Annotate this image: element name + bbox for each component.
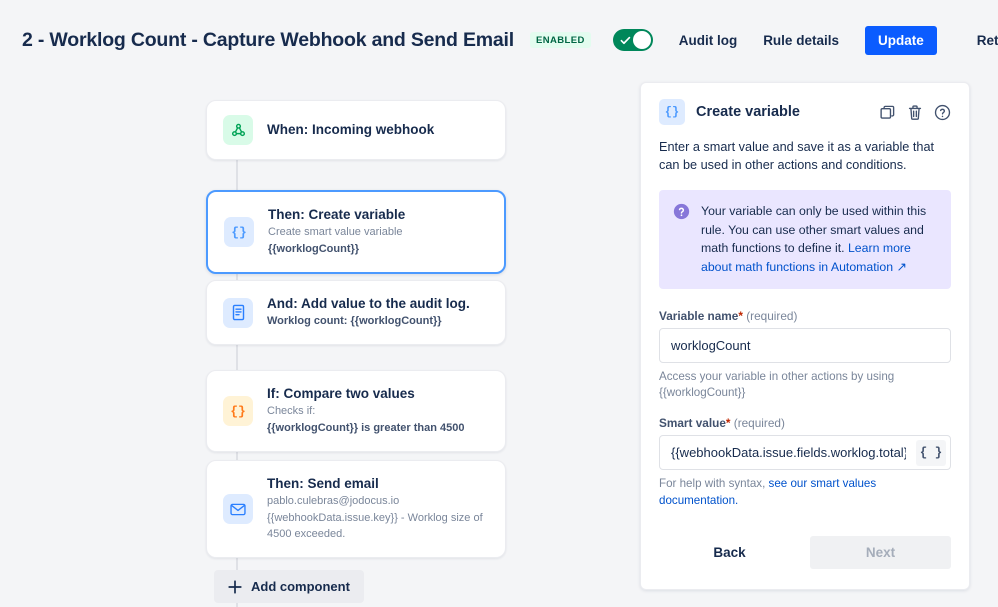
flow-card-detail: {{webhookData.issue.key}} - Worklog size… — [267, 512, 483, 541]
flow-card-title: When: Incoming webhook — [267, 121, 435, 137]
variable-name-label: Variable name* (required) — [659, 309, 951, 323]
status-badge: ENABLED — [529, 32, 591, 48]
variable-name-help: Access your variable in other actions by… — [659, 369, 895, 400]
return-to-rules-link[interactable]: Return to rules — [977, 33, 998, 48]
flow-card-subtitle: Create smart value variable — [268, 226, 403, 239]
create-variable-panel: {} Create variable Enter a smart value a… — [640, 82, 970, 590]
required-word: (required) — [733, 416, 785, 431]
flow-card-body: If: Compare two values Checks if: {{work… — [267, 385, 464, 437]
curly-braces-icon: {} — [659, 99, 685, 125]
check-icon — [620, 36, 630, 45]
insert-smart-value-button[interactable]: { } — [916, 439, 946, 466]
panel-header-actions — [879, 104, 951, 121]
flow-card-subtitle: pablo.culebras@jodocus.io — [267, 495, 400, 508]
smart-value-label-text: Smart value — [659, 416, 726, 431]
rule-enabled-toggle[interactable] — [612, 29, 653, 51]
help-icon[interactable] — [934, 104, 951, 121]
back-button[interactable]: Back — [659, 536, 800, 569]
curly-braces-icon: {} — [223, 396, 253, 427]
flow-card-body: Then: Send email pablo.culebras@jodocus.… — [267, 475, 489, 543]
smart-value-input-wrapper: { } — [659, 435, 951, 471]
flow-card-detail-text: Worklog count: {{worklogCount}} — [267, 315, 442, 328]
info-callout-text: Your variable can only be used within th… — [701, 202, 937, 277]
webhook-icon — [223, 115, 253, 145]
smart-value-help-prefix: For help with syntax, — [659, 477, 769, 491]
flow-card-title: If: Compare two values — [267, 386, 415, 401]
flow-card-subtitle: Checks if: — [267, 405, 316, 418]
flow-card-title: Then: Send email — [267, 476, 379, 491]
rule-details-link[interactable]: Rule details — [763, 33, 839, 48]
plus-icon — [228, 579, 242, 594]
flow-card-when-incoming-webhook[interactable]: When: Incoming webhook — [206, 100, 506, 160]
panel-description: Enter a smart value and save it as a var… — [659, 140, 935, 173]
panel-column: {} Create variable Enter a smart value a… — [640, 80, 998, 607]
copy-icon[interactable] — [879, 104, 896, 121]
toggle-knob — [632, 31, 651, 49]
panel-title: Create variable — [696, 104, 800, 120]
variable-name-input[interactable] — [659, 327, 951, 363]
document-icon — [223, 297, 253, 328]
flow-card-detail: {{worklogCount}} — [268, 242, 405, 258]
required-word: (required) — [746, 308, 798, 323]
flow-card-then-create-variable[interactable]: {} Then: Create variable Create smart va… — [206, 190, 506, 275]
flow-card-detail: {{worklogCount}} is greater than 4500 — [267, 421, 464, 437]
flow-card-if-compare-two-values[interactable]: {} If: Compare two values Checks if: {{w… — [206, 370, 506, 453]
main-content: When: Incoming webhook {} Then: Create v… — [0, 80, 998, 607]
flow-card-title: Then: Create variable — [268, 207, 406, 222]
flow-card-detail: Worklog count: {{worklogCount}} — [267, 314, 470, 330]
next-button[interactable]: Next — [810, 535, 951, 569]
panel-actions: Back Next — [659, 535, 951, 569]
smart-value-help: For help with syntax, see our smart valu… — [659, 476, 951, 510]
update-button[interactable]: Update — [864, 25, 937, 55]
required-star: * — [725, 416, 731, 431]
variable-name-label-text: Variable name — [659, 308, 739, 323]
top-header-bar: 2 - Worklog Count - Capture Webhook and … — [0, 0, 998, 80]
smart-value-input[interactable] — [659, 435, 951, 471]
page-title: 2 - Worklog Count - Capture Webhook and … — [22, 28, 514, 51]
flow-card-body: When: Incoming webhook — [267, 121, 434, 139]
flow-card-body: And: Add value to the audit log. Worklog… — [267, 295, 470, 330]
info-callout: Your variable can only be used within th… — [659, 189, 951, 289]
add-component-label: Add component — [251, 579, 350, 594]
question-circle-icon — [673, 203, 690, 277]
flow-card-title: And: Add value to the audit log. — [267, 296, 470, 311]
flow-card-then-send-email[interactable]: Then: Send email pablo.culebras@jodocus.… — [206, 460, 506, 559]
envelope-icon — [223, 494, 253, 525]
flow-card-detail-text: {{worklogCount}} — [268, 243, 360, 256]
required-star: * — [738, 308, 743, 323]
flow-card-and-add-value-audit-log[interactable]: And: Add value to the audit log. Worklog… — [206, 280, 506, 346]
trash-icon[interactable] — [907, 104, 923, 121]
curly-braces-icon: {} — [224, 217, 254, 248]
flow-card-detail-text: {{worklogCount}} is greater than 4500 — [267, 422, 465, 435]
audit-log-link[interactable]: Audit log — [679, 33, 737, 48]
rule-flow-canvas: When: Incoming webhook {} Then: Create v… — [0, 80, 640, 607]
smart-value-label: Smart value* (required) — [659, 416, 951, 430]
flow-card-body: Then: Create variable Create smart value… — [268, 206, 405, 258]
add-component-button[interactable]: Add component — [214, 570, 364, 603]
panel-header: {} Create variable — [659, 99, 951, 125]
